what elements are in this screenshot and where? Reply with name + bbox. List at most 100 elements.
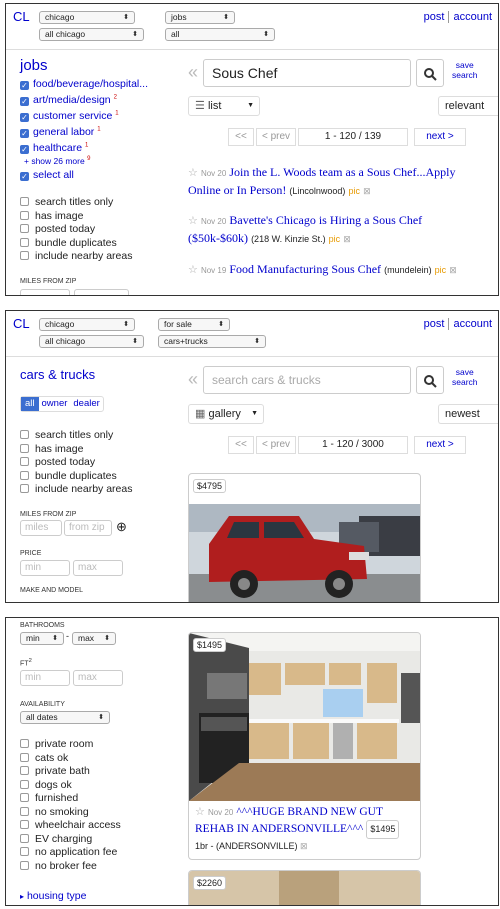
show-more-link[interactable]: + show 26 more 9: [20, 156, 180, 169]
caret-down-icon: ▼: [251, 410, 258, 417]
select-all[interactable]: ✓ select all: [20, 169, 180, 185]
category-select-value: jobs: [171, 12, 187, 22]
filter-checkbox[interactable]: no broker fee: [20, 860, 121, 874]
zip-input[interactable]: from zip: [64, 520, 112, 536]
filter-checkbox[interactable]: no application fee: [20, 846, 121, 860]
filter-checkbox[interactable]: posted today: [20, 223, 132, 237]
account-link[interactable]: account: [453, 11, 492, 23]
search-button[interactable]: [416, 59, 444, 87]
prev-page-button[interactable]: < prev: [256, 436, 296, 454]
seg-all[interactable]: all: [21, 397, 39, 411]
kitchen-photo[interactable]: [189, 633, 421, 801]
category-item[interactable]: ✓ general labor 1: [20, 126, 180, 142]
filter-checkbox[interactable]: bundle duplicates: [20, 470, 132, 484]
hide-icon[interactable]: ⊠: [300, 841, 308, 851]
view-dropdown[interactable]: ▦ gallery ▼: [188, 404, 264, 424]
housing-type-toggle[interactable]: ▸ housing type: [20, 890, 86, 902]
city-select[interactable]: chicago ⬍: [39, 11, 135, 24]
filter-checkbox[interactable]: include nearby areas: [20, 483, 132, 497]
bath-max-select[interactable]: max ⬍: [72, 632, 116, 645]
locate-icon[interactable]: ⊕: [116, 520, 127, 534]
result-row[interactable]: ☆ Nov 20 Join the L. Woods team as a Sou…: [188, 164, 478, 200]
filter-checkbox[interactable]: has image: [20, 443, 132, 457]
sort-dropdown[interactable]: newest▼: [438, 404, 498, 424]
filter-checkbox[interactable]: dogs ok: [20, 779, 121, 793]
result-row[interactable]: ☆ Nov 20 Bavette's Chicago is Hiring a S…: [188, 212, 478, 248]
listing-info: ☆ Nov 20 ^^^HUGE BRAND NEW GUT REHAB IN …: [195, 805, 417, 854]
hide-icon[interactable]: ⊠: [363, 186, 371, 196]
category-item[interactable]: ✓ art/media/design 2: [20, 94, 180, 110]
listing-card[interactable]: $2260: [188, 870, 421, 905]
category-select[interactable]: jobs ⬍: [165, 11, 235, 24]
view-dropdown[interactable]: ☰ list ▼: [188, 96, 260, 116]
first-page-button[interactable]: <<: [228, 436, 254, 454]
post-link[interactable]: post: [424, 318, 445, 330]
hide-icon[interactable]: ⊠: [449, 265, 457, 275]
search-input[interactable]: search cars & trucks: [203, 366, 411, 394]
listing-card[interactable]: $4795: [188, 473, 421, 603]
filter-checkbox[interactable]: private room: [20, 738, 121, 752]
bath-min-select[interactable]: min ⬍: [20, 632, 64, 645]
search-input[interactable]: Sous Chef: [203, 59, 411, 87]
account-link[interactable]: account: [453, 318, 492, 330]
save-search-link[interactable]: save search: [452, 60, 478, 80]
favorite-star-icon[interactable]: ☆: [195, 806, 205, 818]
collapse-icon[interactable]: «: [188, 62, 198, 83]
search-button[interactable]: [416, 366, 444, 394]
section-title[interactable]: cars & trucks: [20, 367, 95, 382]
sort-dropdown[interactable]: relevant▼: [438, 96, 498, 116]
filter-checkbox[interactable]: cats ok: [20, 752, 121, 766]
save-search-link[interactable]: save search: [452, 367, 478, 387]
filter-checkbox[interactable]: bundle duplicates: [20, 237, 132, 251]
ft-min-input[interactable]: min: [20, 670, 70, 686]
city-select[interactable]: chicago ⬍: [39, 318, 135, 331]
checked-icon: ✓: [20, 113, 29, 122]
filter-checkbox[interactable]: private bath: [20, 765, 121, 779]
subcategory-select[interactable]: cars+trucks ⬍: [158, 335, 266, 348]
craigslist-logo[interactable]: CL: [13, 9, 30, 24]
filter-checkbox[interactable]: search titles only: [20, 429, 132, 443]
first-page-button[interactable]: <<: [228, 128, 254, 146]
seg-owner[interactable]: owner: [39, 398, 71, 409]
result-title[interactable]: Food Manufacturing Sous Chef: [229, 262, 381, 276]
collapse-icon[interactable]: «: [188, 369, 198, 390]
next-page-button[interactable]: next >: [414, 128, 466, 146]
category-item[interactable]: ✓ customer service 1: [20, 110, 180, 126]
miles-input[interactable]: [20, 289, 70, 295]
zip-input[interactable]: [74, 289, 129, 295]
filter-checkbox[interactable]: has image: [20, 210, 132, 224]
listing-card[interactable]: $1495 ☆ Nov 20 ^^^HUGE BRAND NEW GUT REH…: [188, 632, 421, 860]
filter-checkbox[interactable]: furnished: [20, 792, 121, 806]
section-title[interactable]: jobs: [20, 57, 48, 74]
category-select[interactable]: for sale ⬍: [158, 318, 230, 331]
craigslist-logo[interactable]: CL: [13, 316, 30, 331]
filter-checkbox[interactable]: posted today: [20, 456, 132, 470]
availability-select[interactable]: all dates ⬍: [20, 711, 110, 724]
top-links: post account: [424, 11, 492, 24]
max-price-input[interactable]: max: [73, 560, 123, 576]
filter-checkbox[interactable]: wheelchair access: [20, 819, 121, 833]
filter-checkbox[interactable]: EV charging: [20, 833, 121, 847]
ft-max-input[interactable]: max: [73, 670, 123, 686]
prev-page-button[interactable]: < prev: [256, 128, 296, 146]
post-link[interactable]: post: [424, 11, 445, 23]
filter-checkbox[interactable]: no smoking: [20, 806, 121, 820]
filter-checkbox[interactable]: search titles only: [20, 196, 132, 210]
result-row[interactable]: ☆ Nov 19 Food Manufacturing Sous Chef (m…: [188, 261, 488, 279]
car-photo[interactable]: [189, 504, 421, 603]
hide-icon[interactable]: ⊠: [343, 234, 351, 244]
min-price-input[interactable]: min: [20, 560, 70, 576]
favorite-star-icon[interactable]: ☆: [188, 264, 198, 276]
range-label: 1 - 120 / 3000: [298, 436, 408, 454]
area-select[interactable]: all chicago ⬍: [39, 335, 144, 348]
filter-checkbox[interactable]: include nearby areas: [20, 250, 132, 264]
seg-dealer[interactable]: dealer: [70, 398, 102, 409]
miles-input[interactable]: miles: [20, 520, 62, 536]
category-item[interactable]: ✓ food/beverage/hospital...: [20, 78, 180, 94]
favorite-star-icon[interactable]: ☆: [188, 215, 198, 227]
subcategory-select[interactable]: all ⬍: [165, 28, 275, 41]
favorite-star-icon[interactable]: ☆: [188, 167, 198, 179]
category-item[interactable]: ✓ healthcare 1: [20, 142, 180, 156]
area-select[interactable]: all chicago ⬍: [39, 28, 144, 41]
next-page-button[interactable]: next >: [414, 436, 466, 454]
